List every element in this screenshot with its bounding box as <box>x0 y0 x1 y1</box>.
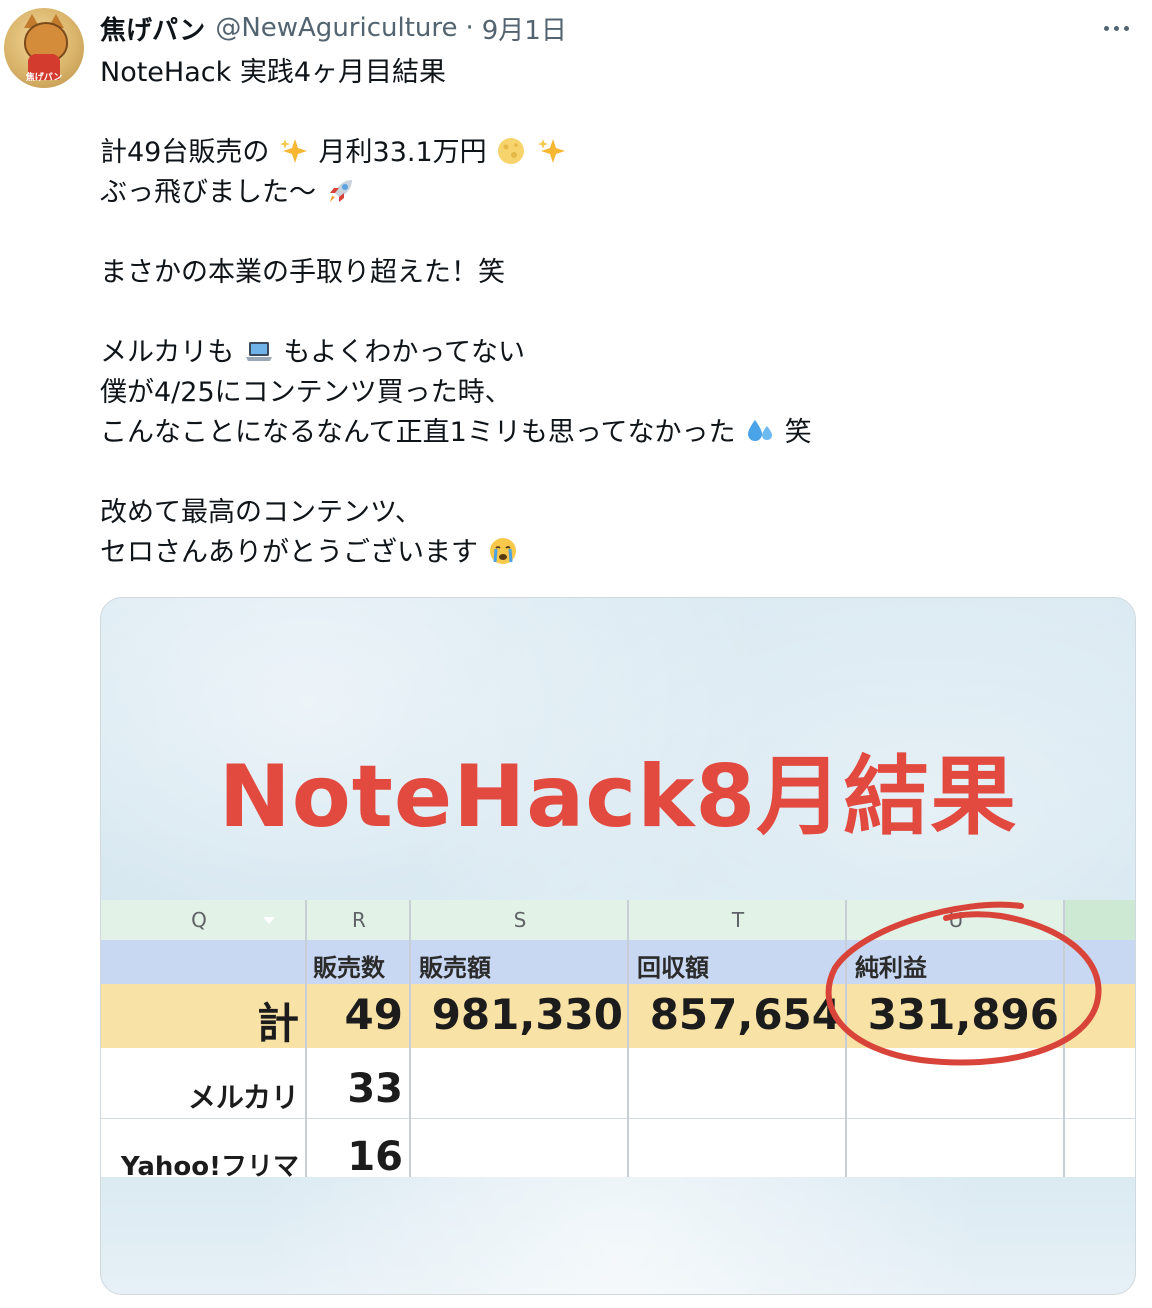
spreadsheet: Q R S T U 販売数 販売額 回収額 純利益 計 49 981,330 8… <box>101 900 1135 1182</box>
total-count: 49 <box>344 990 403 1039</box>
crying-face-icon <box>489 538 516 564</box>
row-count-mercari: 33 <box>347 1066 403 1112</box>
tweet-line-text: 計49台販売の <box>100 137 270 168</box>
row-label-mercari: メルカリ <box>187 1081 299 1114</box>
tweet-line: 計49台販売の 月利33.1万円 <box>100 133 1130 173</box>
total-sales: 981,330 <box>431 990 623 1039</box>
avatar[interactable]: 焦げパン <box>4 8 84 88</box>
more-options-icon[interactable] <box>1096 14 1136 42</box>
column-letter: R <box>352 908 366 932</box>
tweet-line: こんなことになるなんて正直1ミリも思ってなかった 笑 <box>100 413 1130 453</box>
tweet-line-text: ぶっ飛びました〜 <box>100 177 316 208</box>
tweet-line-text: 改めて最高のコンテンツ、 <box>100 497 422 528</box>
tweet-line: 改めて最高のコンテンツ、 <box>100 493 1130 533</box>
avatar-label: 焦げパン <box>25 73 63 83</box>
sweat-droplets-icon <box>748 420 773 441</box>
tweet-line: セロさんありがとうございます <box>100 533 1130 573</box>
tweet-line-text: 笑 <box>784 417 812 448</box>
tweet-line-text: NoteHack 実践4ヶ月目結果 <box>100 57 447 88</box>
column-header-extra <box>1065 900 1135 940</box>
tweet-line-text: こんなことになるなんて正直1ミリも思ってなかった <box>100 417 736 448</box>
tweet-line-text: まさかの本業の手取り超えた！笑 <box>100 257 505 288</box>
tweet-media-image[interactable]: NoteHack8月結果 Q R S T U 販売数 販売額 回収額 純利益 計… <box>100 597 1136 1295</box>
tweet-line: まさかの本業の手取り超えた！笑 <box>100 253 1130 293</box>
tweet-line-text: セロさんありがとうございます <box>100 537 478 568</box>
dropdown-arrow-icon <box>263 917 275 924</box>
tweet-header: 焦げパン @NewAguriculture · 9月1日 <box>100 10 567 47</box>
header-separator: · <box>465 13 474 43</box>
tweet-line-text: もよくわかってない <box>283 337 526 368</box>
column-letter: U <box>948 908 964 932</box>
laptop-icon <box>245 342 272 361</box>
moon-icon <box>498 138 525 164</box>
tweet-text: NoteHack 実践4ヶ月目結果 計49台販売の 月利33.1万円 ぶっ飛びま… <box>100 53 1130 573</box>
rocket-icon <box>329 180 352 202</box>
tweet-line: 僕が4/25にコンテンツ買った時、 <box>100 373 1130 413</box>
tweet-line-text: メルカリも <box>100 337 235 368</box>
label-sales-amount: 販売額 <box>419 954 491 982</box>
column-letter: S <box>513 908 527 932</box>
tweet-line: ぶっ飛びました〜 <box>100 173 1130 213</box>
tweet-line-text: 僕が4/25にコンテンツ買った時、 <box>100 377 512 408</box>
row-label-yahoo: Yahoo!フリマ <box>120 1152 299 1182</box>
label-recovered-amount: 回収額 <box>637 954 709 982</box>
tweet-line: NoteHack 実践4ヶ月目結果 <box>100 53 1130 93</box>
sparkles-icon <box>537 139 565 163</box>
tweet-line-text: 月利33.1万円 <box>318 137 487 168</box>
total-label: 計 <box>256 999 299 1048</box>
row-count-yahoo: 16 <box>347 1134 403 1180</box>
column-letter: T <box>731 908 745 932</box>
user-handle[interactable]: @NewAguriculture <box>215 13 457 43</box>
sparkles-icon <box>279 139 307 163</box>
total-recovered: 857,654 <box>649 990 841 1039</box>
label-sales-count: 販売数 <box>313 954 385 982</box>
tweet-line: メルカリも もよくわかってない <box>100 333 1130 373</box>
label-net-profit: 純利益 <box>855 954 927 982</box>
display-name[interactable]: 焦げパン <box>100 10 205 47</box>
total-profit: 331,896 <box>867 990 1059 1039</box>
tweet-date[interactable]: 9月1日 <box>482 10 567 47</box>
media-title: NoteHack8月結果 <box>218 747 1018 847</box>
